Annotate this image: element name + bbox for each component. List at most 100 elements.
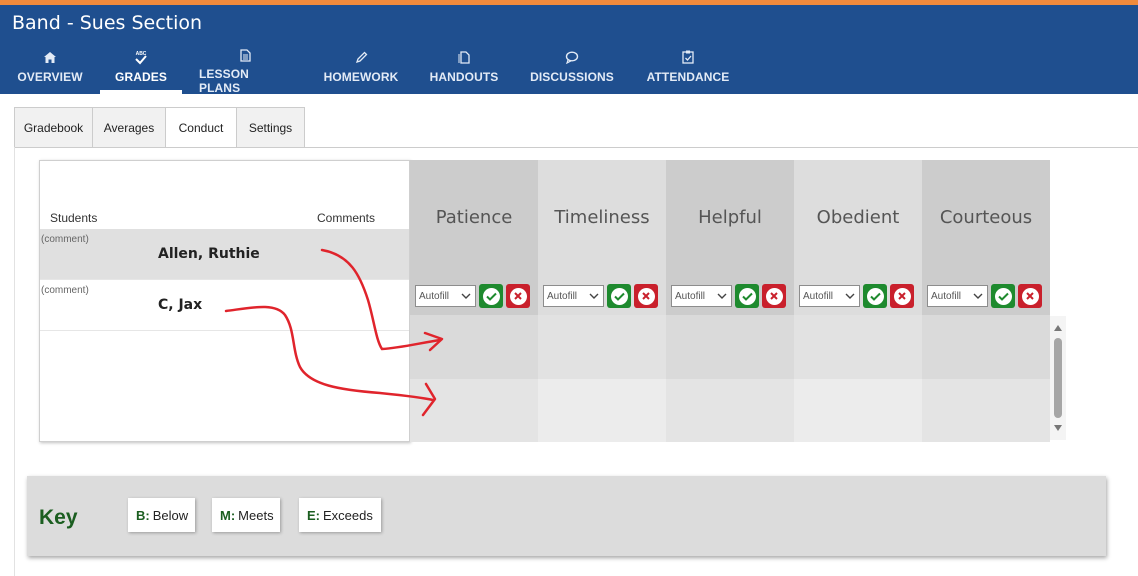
column-title: Obedient <box>816 207 900 228</box>
clear-button[interactable] <box>1018 284 1042 308</box>
grade-cell[interactable] <box>794 315 922 379</box>
clear-button[interactable] <box>634 284 658 308</box>
nav-grades[interactable]: ABC GRADES <box>100 45 182 94</box>
content-left-border <box>14 147 15 576</box>
conduct-column-patience: Patience Autofill <box>410 160 538 442</box>
grade-cell[interactable] <box>666 315 794 379</box>
clear-button[interactable] <box>506 284 530 308</box>
grade-cell[interactable] <box>922 315 1050 379</box>
autofill-value: Autofill <box>931 290 962 302</box>
column-header: Patience Autofill <box>410 160 538 315</box>
grade-cell[interactable] <box>538 379 666 442</box>
clear-button[interactable] <box>762 284 786 308</box>
autofill-select[interactable]: Autofill <box>415 285 476 307</box>
autofill-select[interactable]: Autofill <box>927 285 988 307</box>
column-controls: Autofill <box>927 284 1042 308</box>
comments-column-header: Comments <box>317 211 376 225</box>
student-row[interactable]: (comment) C, Jax <box>40 280 409 331</box>
nav-attendance[interactable]: ATTENDANCE <box>630 45 746 94</box>
students-column-header: Students <box>50 211 98 225</box>
nav-label: LESSON PLANS <box>199 67 249 95</box>
column-controls: Autofill <box>799 284 914 308</box>
vertical-scrollbar[interactable] <box>1050 316 1066 440</box>
check-icon <box>610 287 628 305</box>
document-icon <box>239 49 251 62</box>
clear-button[interactable] <box>890 284 914 308</box>
column-controls: Autofill <box>415 284 530 308</box>
conduct-column-helpful: Helpful Autofill <box>666 160 794 442</box>
student-name[interactable]: Allen, Ruthie <box>158 246 260 262</box>
chevron-down-icon <box>460 290 472 302</box>
grade-cell[interactable] <box>794 379 922 442</box>
grades-check-icon: ABC <box>134 49 148 65</box>
pencil-icon <box>355 49 368 65</box>
comment-link[interactable]: (comment) <box>41 285 89 296</box>
grade-cell[interactable] <box>410 315 538 379</box>
grade-cell[interactable] <box>538 315 666 379</box>
nav-label: GRADES <box>115 70 167 84</box>
nav-overview[interactable]: OVERVIEW <box>0 45 100 94</box>
apply-button[interactable] <box>991 284 1015 308</box>
grade-cell[interactable] <box>922 379 1050 442</box>
check-icon <box>866 287 884 305</box>
close-icon <box>637 287 655 305</box>
column-title: Helpful <box>698 207 762 228</box>
conduct-column-timeliness: Timeliness Autofill <box>538 160 666 442</box>
main-nav: OVERVIEW ABC GRADES LESSON PLANS HOMEWOR… <box>0 45 746 95</box>
page-title: Band - Sues Section <box>12 12 203 34</box>
key-label: Exceeds <box>323 507 373 523</box>
check-icon <box>482 287 500 305</box>
grade-key-panel: Key B: Below M: Meets E: Exceeds <box>27 476 1106 556</box>
autofill-value: Autofill <box>803 290 834 302</box>
nav-label: OVERVIEW <box>17 70 83 84</box>
nav-discussions[interactable]: DISCUSSIONS <box>514 45 630 94</box>
autofill-value: Autofill <box>547 290 578 302</box>
apply-button[interactable] <box>607 284 631 308</box>
column-controls: Autofill <box>543 284 658 308</box>
column-header: Helpful Autofill <box>666 160 794 315</box>
column-title: Courteous <box>939 207 1033 228</box>
close-icon <box>765 287 783 305</box>
chevron-down-icon <box>588 290 600 302</box>
nav-handouts[interactable]: HANDOUTS <box>414 45 514 94</box>
tab-gradebook[interactable]: Gradebook <box>14 107 92 148</box>
nav-lesson-plans[interactable]: LESSON PLANS <box>182 45 308 95</box>
student-name[interactable]: C, Jax <box>158 297 202 313</box>
scroll-up-icon[interactable] <box>1053 319 1063 337</box>
key-code: B: <box>136 507 150 523</box>
student-row[interactable]: (comment) Allen, Ruthie <box>40 229 409 280</box>
tab-averages[interactable]: Averages <box>92 107 165 148</box>
app-header: Band - Sues Section OVERVIEW ABC GRADES … <box>0 5 1138 95</box>
column-header: Courteous Autofill <box>922 160 1050 315</box>
students-panel: Students Comments (comment) Allen, Ruthi… <box>39 160 410 442</box>
scrollbar-thumb[interactable] <box>1054 338 1062 418</box>
conduct-grid: Patience Autofill Timeliness Autofill He… <box>410 160 1050 442</box>
nav-homework[interactable]: HOMEWORK <box>308 45 414 94</box>
nav-label: HOMEWORK <box>323 70 399 84</box>
grade-cell[interactable] <box>410 379 538 442</box>
apply-button[interactable] <box>735 284 759 308</box>
comment-link[interactable]: (comment) <box>41 234 89 245</box>
autofill-select[interactable]: Autofill <box>671 285 732 307</box>
nav-label: HANDOUTS <box>429 70 499 84</box>
grades-subtabs: Gradebook Averages Conduct Settings <box>14 107 305 148</box>
apply-button[interactable] <box>479 284 503 308</box>
nav-label: DISCUSSIONS <box>530 70 614 84</box>
column-controls: Autofill <box>671 284 786 308</box>
autofill-select[interactable]: Autofill <box>799 285 860 307</box>
apply-button[interactable] <box>863 284 887 308</box>
home-icon <box>44 49 56 65</box>
tab-settings[interactable]: Settings <box>236 107 305 148</box>
copy-icon <box>458 49 470 65</box>
key-label: Meets <box>238 507 274 523</box>
key-item-exceeds: E: Exceeds <box>299 498 381 532</box>
autofill-value: Autofill <box>419 290 450 302</box>
tab-conduct[interactable]: Conduct <box>165 107 236 148</box>
scroll-down-icon[interactable] <box>1053 419 1063 437</box>
key-label: Below <box>152 507 189 523</box>
grade-cell[interactable] <box>666 379 794 442</box>
autofill-select[interactable]: Autofill <box>543 285 604 307</box>
autofill-value: Autofill <box>675 290 706 302</box>
tab-divider <box>14 147 1138 148</box>
key-title: Key <box>39 506 78 529</box>
